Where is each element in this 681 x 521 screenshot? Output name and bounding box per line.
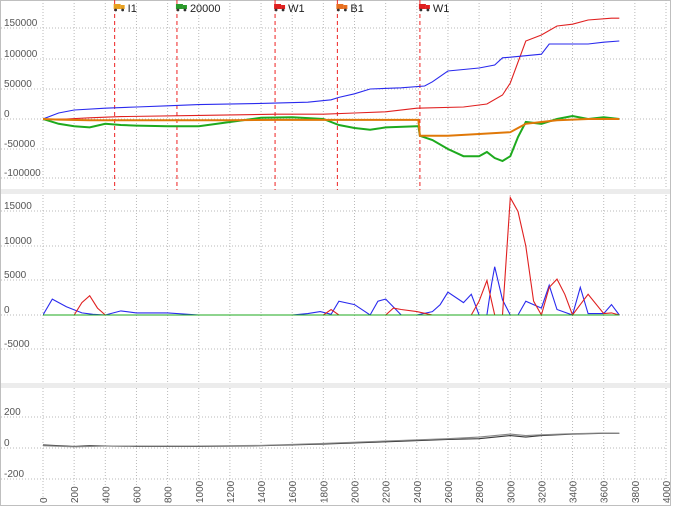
truck-cab: [182, 5, 187, 9]
truck-wheel: [281, 8, 285, 12]
truck-wheel: [176, 8, 180, 12]
truck-wheel: [183, 8, 187, 12]
panel-separator: [1, 383, 670, 388]
marker-label: W1: [433, 3, 450, 15]
chart-background: [0, 0, 681, 516]
x-tick-label: 2400: [413, 480, 424, 503]
x-tick-label: 2200: [382, 480, 393, 503]
x-tick-label: 0: [39, 497, 50, 503]
chart-svg: I1 20000 W1 B1 W1 150000100000500000-50000-1…: [0, 0, 681, 516]
truck-body: [113, 4, 121, 9]
truck-body: [175, 4, 183, 9]
x-tick-label: 400: [101, 486, 112, 503]
truck-wheel: [336, 8, 340, 12]
truck-body: [418, 4, 426, 9]
x-tick-label: 3600: [600, 480, 611, 503]
y-tick-label: -100000: [4, 168, 41, 179]
truck-wheel: [419, 8, 423, 12]
y-tick-label: 5000: [4, 270, 27, 281]
marker-label: I1: [128, 3, 137, 15]
marker-label: B1: [350, 3, 363, 15]
truck-body: [274, 4, 282, 9]
chart-frame: I1 20000 W1 B1 W1 150000 100000 50000 0 -50000 -1…: [0, 0, 681, 516]
panel-separator: [1, 189, 670, 194]
x-tick-label: 1000: [195, 480, 206, 503]
truck-body: [336, 4, 344, 9]
truck-wheel: [274, 8, 278, 12]
x-tick-label: 2800: [475, 480, 486, 503]
marker-label: 20000: [190, 3, 221, 15]
y-tick-label: 0: [4, 438, 10, 449]
truck-cab: [281, 5, 286, 9]
y-tick-label: 100000: [4, 49, 38, 60]
x-tick-label: 1600: [288, 480, 299, 503]
y-tick-label: -50000: [4, 139, 36, 150]
truck-cab: [343, 5, 348, 9]
x-tick-label: 3400: [569, 480, 580, 503]
x-tick-label: 3200: [537, 480, 548, 503]
truck-wheel: [426, 8, 430, 12]
marker-label: W1: [288, 3, 305, 15]
x-tick-label: 3800: [631, 480, 642, 503]
y-tick-label: 0: [4, 305, 10, 316]
y-tick-label: 50000: [4, 79, 32, 90]
y-tick-label: 10000: [4, 236, 32, 247]
x-tick-label: 1800: [319, 480, 330, 503]
x-tick-label: 200: [70, 486, 81, 503]
x-tick-label: 3000: [506, 480, 517, 503]
truck-wheel: [121, 8, 125, 12]
y-tick-label: -5000: [4, 339, 30, 350]
truck-wheel: [114, 8, 118, 12]
y-tick-label: 150000: [4, 18, 38, 29]
x-tick-label: 4000: [662, 480, 673, 503]
y-tick-label: 0: [4, 109, 10, 120]
x-tick-label: 2600: [444, 480, 455, 503]
x-tick-label: 600: [132, 486, 143, 503]
x-tick-label: 800: [164, 486, 175, 503]
x-tick-label: 1400: [257, 480, 268, 503]
x-tick-label: 2000: [351, 480, 362, 503]
y-tick-label: 15000: [4, 201, 32, 212]
truck-wheel: [343, 8, 347, 12]
y-tick-label: 200: [4, 407, 21, 418]
truck-cab: [120, 5, 125, 9]
y-tick-label: -200: [4, 469, 24, 480]
truck-cab: [425, 5, 430, 9]
x-tick-label: 1200: [226, 480, 237, 503]
